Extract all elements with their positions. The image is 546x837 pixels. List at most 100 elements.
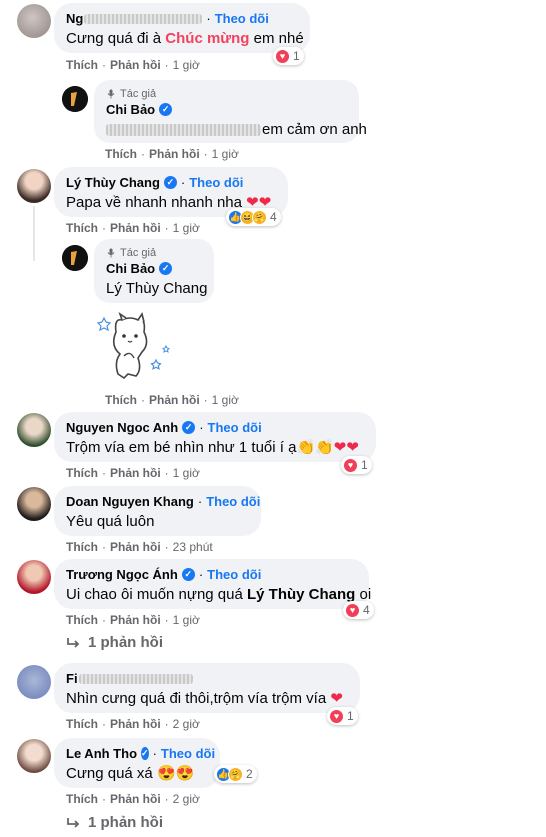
- author-badge: Tác giả: [106, 246, 202, 260]
- follow-link[interactable]: Theo dõi: [161, 745, 215, 762]
- reply-button[interactable]: Phản hồi: [110, 58, 161, 72]
- love-reaction-icon: ♥: [343, 457, 358, 473]
- reaction-summary[interactable]: ♥ 1: [341, 456, 372, 474]
- commenter-name[interactable]: Chi Bảo: [106, 260, 155, 277]
- comment-bubble: Tác giả Chi Bảo ✓ Lý Thùy Chang: [94, 239, 214, 303]
- timestamp[interactable]: 1 giờ: [173, 613, 200, 627]
- like-button[interactable]: Thích: [66, 613, 98, 627]
- care-reaction-icon: 🤗: [228, 766, 243, 782]
- reply-button[interactable]: Phản hồi: [149, 393, 200, 407]
- timestamp[interactable]: 1 giờ: [173, 58, 200, 72]
- blurred-name: [78, 673, 193, 684]
- timestamp[interactable]: 2 giờ: [173, 717, 200, 731]
- comment-bubble: Ng · Theo dõi Cưng quá đi à Chúc mừng em…: [54, 3, 310, 53]
- commenter-name[interactable]: Nguyen Ngoc Anh: [66, 419, 178, 436]
- commenter-name[interactable]: Chi Bảo: [106, 101, 155, 118]
- comment-actions: Thích · Phản hồi · 2 giờ: [66, 717, 200, 731]
- clap-heart-emoji: 👏👏❤❤: [296, 439, 359, 456]
- timestamp[interactable]: 1 giờ: [212, 147, 239, 161]
- reaction-summary[interactable]: 👍 😆 🤗 4: [226, 208, 281, 226]
- commenter-name[interactable]: Doan Nguyen Khang: [66, 493, 194, 510]
- follow-link[interactable]: Theo dõi: [208, 419, 262, 436]
- reply-button[interactable]: Phản hồi: [110, 540, 161, 554]
- follow-link[interactable]: Theo dõi: [215, 10, 269, 27]
- view-replies-button[interactable]: 1 phản hồi: [66, 634, 163, 651]
- avatar[interactable]: [17, 739, 51, 773]
- commenter-name[interactable]: Ng: [66, 10, 83, 27]
- avatar[interactable]: [17, 413, 51, 447]
- reply-arrow-icon: [67, 817, 80, 828]
- verified-icon: ✓: [182, 421, 196, 434]
- reply-button[interactable]: Phản hồi: [110, 717, 161, 731]
- reply-button[interactable]: Phản hồi: [110, 613, 161, 627]
- commenter-name[interactable]: Fi: [66, 670, 78, 687]
- avatar[interactable]: [17, 487, 51, 521]
- follow-link[interactable]: Theo dõi: [206, 493, 260, 510]
- reaction-summary[interactable]: ♥ 4: [343, 601, 374, 619]
- reply-button[interactable]: Phản hồi: [110, 792, 161, 806]
- comment-bubble: Tác giả Chi Bảo ✓ em cảm ơn anh: [94, 80, 367, 143]
- reply-button[interactable]: Phản hồi: [110, 466, 161, 480]
- verified-icon: ✓: [159, 103, 173, 116]
- like-button[interactable]: Thích: [66, 792, 98, 806]
- comment-text: Cưng quá xá 😍😍: [66, 765, 195, 782]
- timestamp[interactable]: 2 giờ: [173, 792, 200, 806]
- verified-icon: ✓: [181, 568, 195, 581]
- avatar[interactable]: [17, 560, 51, 594]
- avatar[interactable]: [62, 245, 88, 271]
- reply-button[interactable]: Phản hồi: [110, 221, 161, 235]
- commenter-name[interactable]: Trương Ngọc Ánh: [66, 566, 178, 583]
- comment-actions: Thích · Phản hồi · 1 giờ: [66, 466, 200, 480]
- timestamp[interactable]: 1 giờ: [212, 393, 239, 407]
- comment-text: Yêu quá luôn: [66, 513, 155, 530]
- reaction-summary[interactable]: 👍 🤗 2: [214, 765, 257, 783]
- comment-actions: Thích · Phản hồi · 2 giờ: [66, 792, 200, 806]
- comment-text: Trộm vía em bé nhìn như 1 tuổi í ạ👏👏❤❤: [66, 439, 359, 456]
- mention-link[interactable]: Lý Thùy Chang: [247, 586, 355, 603]
- comment-text: Ui chao ôi muốn nựng quá Lý Thùy Chang o…: [66, 586, 372, 603]
- avatar[interactable]: [17, 665, 51, 699]
- comment-text: Cưng quá đi à Chúc mừng em nhé: [66, 30, 304, 47]
- commenter-name[interactable]: Le Anh Tho: [66, 745, 137, 762]
- avatar[interactable]: [17, 169, 51, 203]
- like-button[interactable]: Thích: [105, 393, 137, 407]
- comment-bubble: Nguyen Ngoc Anh ✓ · Theo dõi Trộm vía em…: [54, 412, 376, 462]
- timestamp[interactable]: 23 phút: [173, 540, 213, 554]
- thread-line: [33, 206, 35, 261]
- avatar[interactable]: [17, 4, 51, 38]
- author-badge: Tác giả: [106, 87, 347, 101]
- like-button[interactable]: Thích: [66, 221, 98, 235]
- love-reaction-icon: ♥: [345, 602, 360, 618]
- like-button[interactable]: Thích: [66, 717, 98, 731]
- comment-bubble: Fi Nhìn cưng quá đi thôi,trộm vía trộm v…: [54, 663, 360, 713]
- timestamp[interactable]: 1 giờ: [173, 221, 200, 235]
- comment-bubble: Doan Nguyen Khang · Theo dõi Yêu quá luô…: [54, 486, 261, 536]
- comment-bubble: Le Anh Tho ✓ · Theo dõi Cưng quá xá 😍😍: [54, 738, 220, 788]
- mention-link[interactable]: Lý Thùy Chang: [106, 279, 207, 299]
- blurred-mention: [106, 124, 261, 137]
- reply-arrow-icon: [67, 637, 80, 648]
- reply-button[interactable]: Phản hồi: [149, 147, 200, 161]
- care-reaction-icon: 🤗: [252, 209, 267, 225]
- follow-link[interactable]: Theo dõi: [207, 566, 261, 583]
- reaction-summary[interactable]: ♥ 1: [327, 707, 358, 725]
- comment-actions: Thích · Phản hồi · 23 phút: [66, 540, 213, 554]
- verified-icon: ✓: [159, 262, 173, 275]
- avatar[interactable]: [62, 86, 88, 112]
- reaction-summary[interactable]: ♥ 1: [273, 47, 304, 65]
- comment-actions: Thích · Phản hồi · 1 giờ: [66, 58, 200, 72]
- blurred-name: [84, 13, 203, 24]
- commenter-name[interactable]: Lý Thùy Chang: [66, 174, 160, 191]
- timestamp[interactable]: 1 giờ: [173, 466, 200, 480]
- verified-icon: ✓: [141, 747, 149, 760]
- like-button[interactable]: Thích: [66, 540, 98, 554]
- like-button[interactable]: Thích: [105, 147, 137, 161]
- comment-actions: Thích · Phản hồi · 1 giờ: [105, 147, 239, 161]
- like-button[interactable]: Thích: [66, 466, 98, 480]
- highlight-text: Chúc mừng: [165, 30, 250, 47]
- like-button[interactable]: Thích: [66, 58, 98, 72]
- view-replies-button[interactable]: 1 phản hồi: [66, 814, 163, 831]
- love-reaction-icon: ♥: [275, 48, 290, 64]
- comment-bubble: Trương Ngọc Ánh ✓ · Theo dõi Ui chao ôi …: [54, 559, 372, 609]
- follow-link[interactable]: Theo dõi: [189, 174, 243, 191]
